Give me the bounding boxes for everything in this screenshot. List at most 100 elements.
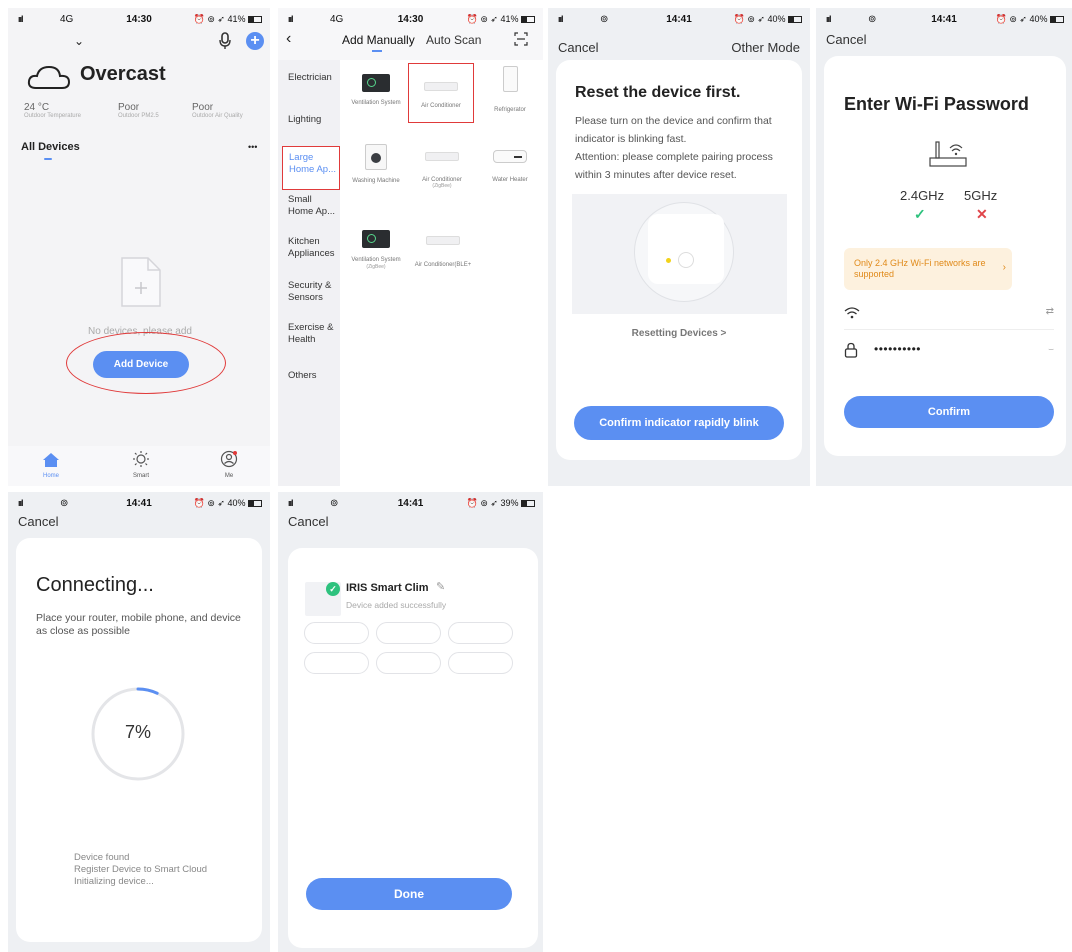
check-icon: ✓ [914,206,926,222]
ventilation-system-zigbee-icon [362,230,390,248]
washing-machine-icon [365,144,387,170]
connecting-screen: ııl ⊚ 14:41 ⏰ ⊚ ➶ 40% Cancel Connecting.… [8,492,270,952]
cancel-button[interactable]: Cancel [18,514,58,529]
progress-ring: 7% [88,684,188,784]
category-item-small-home[interactable]: Small Home Ap... [288,194,338,218]
battery-percent: 40% [767,14,786,24]
edit-name-icon[interactable]: ✎ [436,580,445,593]
nav-smart[interactable]: Smart [128,450,154,479]
water-heater-icon [493,150,527,163]
resetting-devices-link[interactable]: Resetting Devices > [556,328,802,339]
back-chevron-icon[interactable]: ‹ [286,30,291,48]
confirm-blink-button[interactable]: Confirm indicator rapidly blink [574,406,784,440]
air-conditioner-ble-icon [426,236,460,245]
cancel-button[interactable]: Cancel [288,514,328,529]
category-item-label: Large Home Ap... [289,152,336,175]
status-bar: ııl ⊚ 14:41 ⏰ ⊚ ➶ 40% [8,492,270,516]
room-option[interactable] [304,652,369,674]
device-item[interactable]: Washing Machine [346,144,406,184]
wifi-status-icon: ⊚ [60,498,69,509]
scan-icon[interactable] [514,32,528,51]
home-screen: ııl 4G 14:30 ⏰ ⊚ ➶ 41% ⌄ + Overcast 24 °… [8,8,270,486]
air-conditioner-icon [424,82,458,91]
all-devices-tab[interactable]: All Devices [21,141,80,153]
confirm-button[interactable]: Confirm [844,396,1054,428]
page-title: Enter Wi-Fi Password [844,94,1029,114]
signal-icon: ııl [18,498,23,508]
wifi-icon [844,307,860,319]
router-icon [926,136,970,175]
category-item-large-home[interactable]: Large Home Ap... [282,146,340,190]
wifi-status-icon: ⊚ [330,498,339,509]
wifi-ssid-field[interactable]: ⇄ [844,300,1054,330]
done-button[interactable]: Done [306,878,512,910]
category-sidebar: Electrician Lighting Large Home Ap... Sm… [278,60,340,486]
device-item[interactable]: Air Conditioner(BLE+ [412,236,474,269]
battery-icon [248,16,262,24]
weather-stat: 24 °C Outdoor Temperature [24,102,81,119]
battery-indicator: ⏰ ⊚ ➶ 39% [467,498,535,509]
more-options-icon[interactable]: ••• [248,142,257,152]
status-bar: ııl ⊚ 14:41 ⏰ ⊚ ➶ 40% [548,8,810,32]
microphone-icon[interactable] [218,32,232,50]
device-name: IRIS Smart Clim [346,582,429,594]
tab-indicator [44,158,52,160]
battery-indicator: ⏰ ⊚ ➶ 40% [734,14,802,25]
add-plus-icon[interactable]: + [246,32,264,50]
sun-icon [133,451,149,467]
battery-percent: 40% [227,498,246,508]
device-item[interactable]: Ventilation System (ZigBee) [346,230,406,270]
tab-auto-scan[interactable]: Auto Scan [426,33,481,47]
reset-card: Reset the device first. Please turn on t… [556,60,802,460]
category-item-others[interactable]: Others [288,370,338,381]
device-item[interactable]: Water Heater [480,150,540,183]
device-item[interactable]: Air Conditioner (ZigBee) [412,152,472,189]
category-item-security[interactable]: Security & Sensors [288,280,338,304]
attention-text: Attention: please complete pairing proce… [575,151,773,181]
cancel-button[interactable]: Cancel [558,40,598,55]
switch-network-icon[interactable]: ⇄ [1046,306,1054,317]
room-option[interactable] [376,622,441,644]
status-time: 14:41 [397,498,424,509]
power-button-icon [678,252,694,268]
step-item: Register Device to Smart Cloud [74,864,208,875]
cancel-button[interactable]: Cancel [826,32,866,47]
battery-icon [521,16,535,24]
wifi-card: Enter Wi-Fi Password 2.4GHz 5GHz ✓ ✕ Onl… [824,56,1066,456]
room-option[interactable] [448,652,513,674]
other-mode-button[interactable]: Other Mode [731,40,800,55]
device-item[interactable]: Refrigerator [480,66,540,113]
device-item-highlighted[interactable]: Air Conditioner [408,63,474,123]
home-dropdown-chevron-icon[interactable]: ⌄ [74,34,84,48]
room-option[interactable] [448,622,513,644]
category-item-exercise[interactable]: Exercise & Health [288,322,338,346]
battery-percent: 41% [500,14,519,24]
signal-icon: ııl [288,498,293,508]
status-time: 14:41 [666,14,692,25]
nav-me[interactable]: Me [216,450,242,479]
progress-percent: 7% [124,722,151,742]
room-option[interactable] [304,622,369,644]
category-item-kitchen[interactable]: Kitchen Appliances [288,236,340,260]
status-bar: ııl ⊚ 14:41 ⏰ ⊚ ➶ 40% [816,8,1072,32]
page-title: Connecting... [36,574,154,596]
lock-icon [844,342,858,358]
battery-icon [248,500,262,508]
ventilation-system-icon [362,74,390,92]
device-item[interactable]: Ventilation System [346,74,406,107]
hide-password-icon[interactable]: ⌣ [1048,344,1054,355]
wifi-password-field[interactable]: •••••••••• ⌣ [844,338,1054,368]
device-grid: Ventilation System Air Conditioner Refri… [340,60,543,486]
wifi-warning-banner[interactable]: Only 2.4 GHz Wi-Fi networks are supporte… [844,248,1012,290]
signal-icon: ııl [826,14,831,24]
nav-home[interactable]: Home [38,452,64,479]
category-item-lighting[interactable]: Lighting [288,114,338,125]
tab-add-manually[interactable]: Add Manually [342,33,415,47]
battery-icon [1050,16,1064,24]
annotation-ellipse [66,332,226,394]
step-item: Device found [74,852,130,863]
battery-icon [521,500,535,508]
category-item-electrician[interactable]: Electrician [288,72,338,83]
empty-device-icon [118,254,164,315]
room-option[interactable] [376,652,441,674]
